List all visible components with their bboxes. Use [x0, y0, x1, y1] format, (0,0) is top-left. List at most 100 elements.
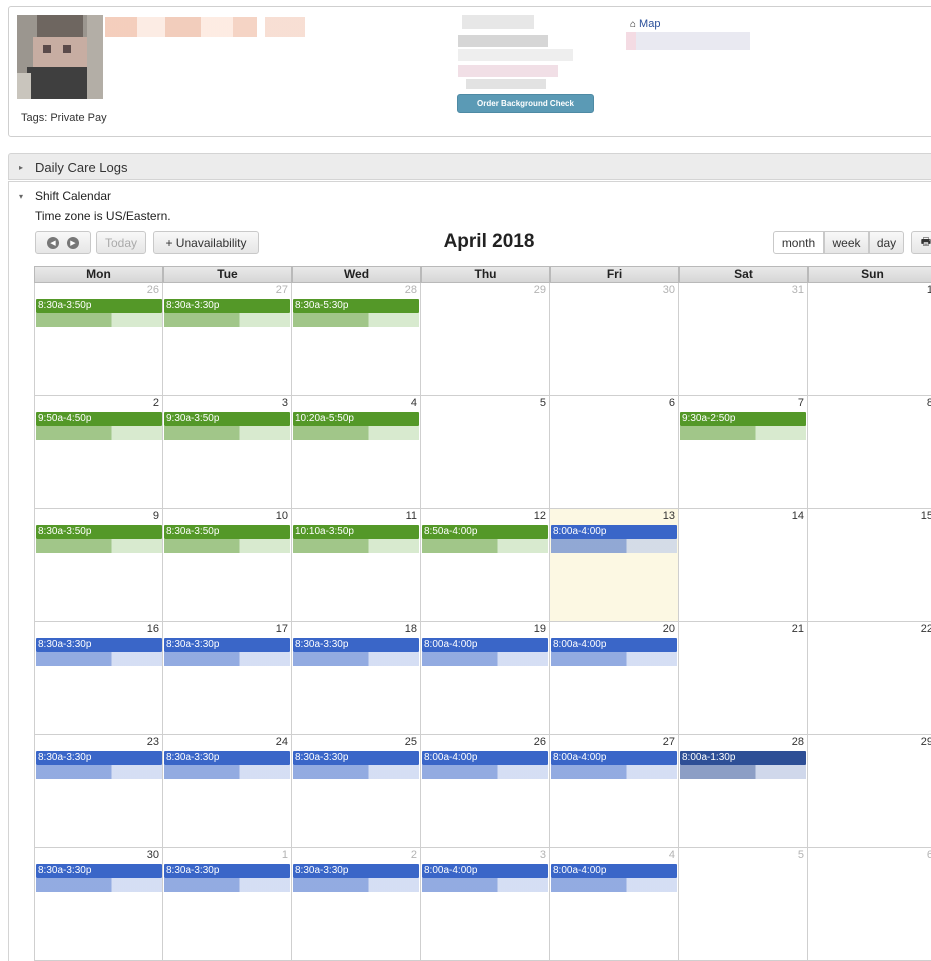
day-cell[interactable]: 15: [808, 509, 931, 622]
day-number[interactable]: 30: [663, 284, 675, 296]
shift-event[interactable]: 8:00a-4:00p: [422, 751, 548, 765]
day-cell[interactable]: 24 8:30a-3:30p: [163, 735, 292, 848]
day-number[interactable]: 4: [411, 397, 417, 409]
shift-event[interactable]: 8:30a-3:50p: [36, 299, 162, 313]
shift-event[interactable]: 8:30a-3:30p: [293, 638, 419, 652]
day-cell[interactable]: 28 8:30a-5:30p: [292, 283, 421, 396]
day-cell[interactable]: 25 8:30a-3:30p: [292, 735, 421, 848]
shift-event[interactable]: 10:20a-5:50p: [293, 412, 419, 426]
day-cell[interactable]: 14: [679, 509, 808, 622]
day-cell[interactable]: 3 8:00a-4:00p: [421, 848, 550, 961]
day-number[interactable]: 29: [534, 284, 546, 296]
day-number[interactable]: 25: [405, 736, 417, 748]
day-number[interactable]: 14: [792, 510, 804, 522]
order-background-check-button[interactable]: Order Background Check: [457, 94, 594, 113]
day-number[interactable]: 4: [669, 849, 675, 861]
caret-down-icon[interactable]: ▾: [19, 192, 23, 201]
day-cell[interactable]: 7 9:30a-2:50p: [679, 396, 808, 509]
shift-event[interactable]: 8:30a-3:30p: [164, 638, 290, 652]
day-cell[interactable]: 22: [808, 622, 931, 735]
map-link[interactable]: ⌂ Map: [630, 18, 660, 30]
day-number[interactable]: 28: [405, 284, 417, 296]
day-cell[interactable]: 9 8:30a-3:50p: [34, 509, 163, 622]
day-cell[interactable]: 2 9:50a-4:50p: [34, 396, 163, 509]
day-cell[interactable]: 2 8:30a-3:30p: [292, 848, 421, 961]
shift-event[interactable]: 8:00a-4:00p: [551, 525, 677, 539]
day-number[interactable]: 3: [540, 849, 546, 861]
print-icon[interactable]: 🖶: [911, 231, 931, 254]
day-number[interactable]: 5: [540, 397, 546, 409]
day-number[interactable]: 26: [534, 736, 546, 748]
view-week-button[interactable]: week: [824, 231, 869, 254]
shift-event[interactable]: 8:50a-4:00p: [422, 525, 548, 539]
day-number[interactable]: 23: [147, 736, 159, 748]
day-number[interactable]: 6: [927, 849, 931, 861]
day-number[interactable]: 21: [792, 623, 804, 635]
shift-event[interactable]: 9:30a-2:50p: [680, 412, 806, 426]
day-number[interactable]: 9: [153, 510, 159, 522]
day-cell[interactable]: 13 8:00a-4:00p: [550, 509, 679, 622]
day-number[interactable]: 3: [282, 397, 288, 409]
shift-event[interactable]: 8:30a-3:30p: [164, 864, 290, 878]
day-cell[interactable]: 3 9:30a-3:50p: [163, 396, 292, 509]
shift-event[interactable]: 8:00a-4:00p: [422, 638, 548, 652]
shift-event[interactable]: 8:00a-4:00p: [422, 864, 548, 878]
day-number[interactable]: 7: [798, 397, 804, 409]
shift-event[interactable]: 8:30a-3:30p: [36, 864, 162, 878]
day-number[interactable]: 2: [411, 849, 417, 861]
day-number[interactable]: 28: [792, 736, 804, 748]
day-number[interactable]: 17: [276, 623, 288, 635]
day-cell[interactable]: 29: [808, 735, 931, 848]
shift-event[interactable]: 8:30a-3:30p: [36, 638, 162, 652]
day-cell[interactable]: 1 8:30a-3:30p: [163, 848, 292, 961]
day-cell[interactable]: 27 8:00a-4:00p: [550, 735, 679, 848]
daily-care-logs-toggle[interactable]: ▸ Daily Care Logs: [8, 153, 931, 180]
shift-event[interactable]: 9:50a-4:50p: [36, 412, 162, 426]
day-cell[interactable]: 17 8:30a-3:30p: [163, 622, 292, 735]
day-cell[interactable]: 28 8:00a-1:30p: [679, 735, 808, 848]
day-cell[interactable]: 31: [679, 283, 808, 396]
shift-event[interactable]: 8:00a-4:00p: [551, 638, 677, 652]
day-number[interactable]: 26: [147, 284, 159, 296]
shift-event[interactable]: 8:00a-4:00p: [551, 751, 677, 765]
next-month-button[interactable]: ▶: [67, 236, 79, 249]
day-number[interactable]: 8: [927, 397, 931, 409]
shift-event[interactable]: 8:30a-3:30p: [164, 299, 290, 313]
view-day-button[interactable]: day: [869, 231, 904, 254]
day-cell[interactable]: 8: [808, 396, 931, 509]
shift-event[interactable]: 8:30a-3:30p: [293, 751, 419, 765]
day-number[interactable]: 1: [282, 849, 288, 861]
shift-calendar-toggle[interactable]: Shift Calendar: [35, 189, 111, 203]
shift-event[interactable]: 8:30a-3:50p: [164, 525, 290, 539]
day-cell[interactable]: 16 8:30a-3:30p: [34, 622, 163, 735]
day-cell[interactable]: 30 8:30a-3:30p: [34, 848, 163, 961]
day-cell[interactable]: 10 8:30a-3:50p: [163, 509, 292, 622]
add-unavailability-button[interactable]: + Unavailability: [153, 231, 259, 254]
day-cell[interactable]: 1: [808, 283, 931, 396]
shift-event[interactable]: 8:30a-5:30p: [293, 299, 419, 313]
day-cell[interactable]: 27 8:30a-3:30p: [163, 283, 292, 396]
day-number[interactable]: 5: [798, 849, 804, 861]
day-number[interactable]: 11: [406, 510, 417, 522]
day-cell[interactable]: 5: [421, 396, 550, 509]
shift-event[interactable]: 8:00a-4:00p: [551, 864, 677, 878]
shift-event[interactable]: 8:30a-3:30p: [293, 864, 419, 878]
view-month-button[interactable]: month: [773, 231, 824, 254]
day-cell[interactable]: 4 10:20a-5:50p: [292, 396, 421, 509]
day-cell[interactable]: 18 8:30a-3:30p: [292, 622, 421, 735]
day-cell[interactable]: 26 8:00a-4:00p: [421, 735, 550, 848]
day-cell[interactable]: 12 8:50a-4:00p: [421, 509, 550, 622]
shift-event[interactable]: 8:30a-3:30p: [164, 751, 290, 765]
shift-event[interactable]: 10:10a-3:50p: [293, 525, 419, 539]
day-cell[interactable]: 26 8:30a-3:50p: [34, 283, 163, 396]
day-number[interactable]: 13: [663, 510, 675, 522]
day-cell[interactable]: 20 8:00a-4:00p: [550, 622, 679, 735]
day-number[interactable]: 16: [147, 623, 159, 635]
day-cell[interactable]: 6: [808, 848, 931, 961]
day-number[interactable]: 1: [927, 284, 931, 296]
day-number[interactable]: 19: [534, 623, 546, 635]
day-number[interactable]: 15: [921, 510, 931, 522]
day-number[interactable]: 18: [405, 623, 417, 635]
day-number[interactable]: 27: [663, 736, 675, 748]
day-cell[interactable]: 11 10:10a-3:50p: [292, 509, 421, 622]
